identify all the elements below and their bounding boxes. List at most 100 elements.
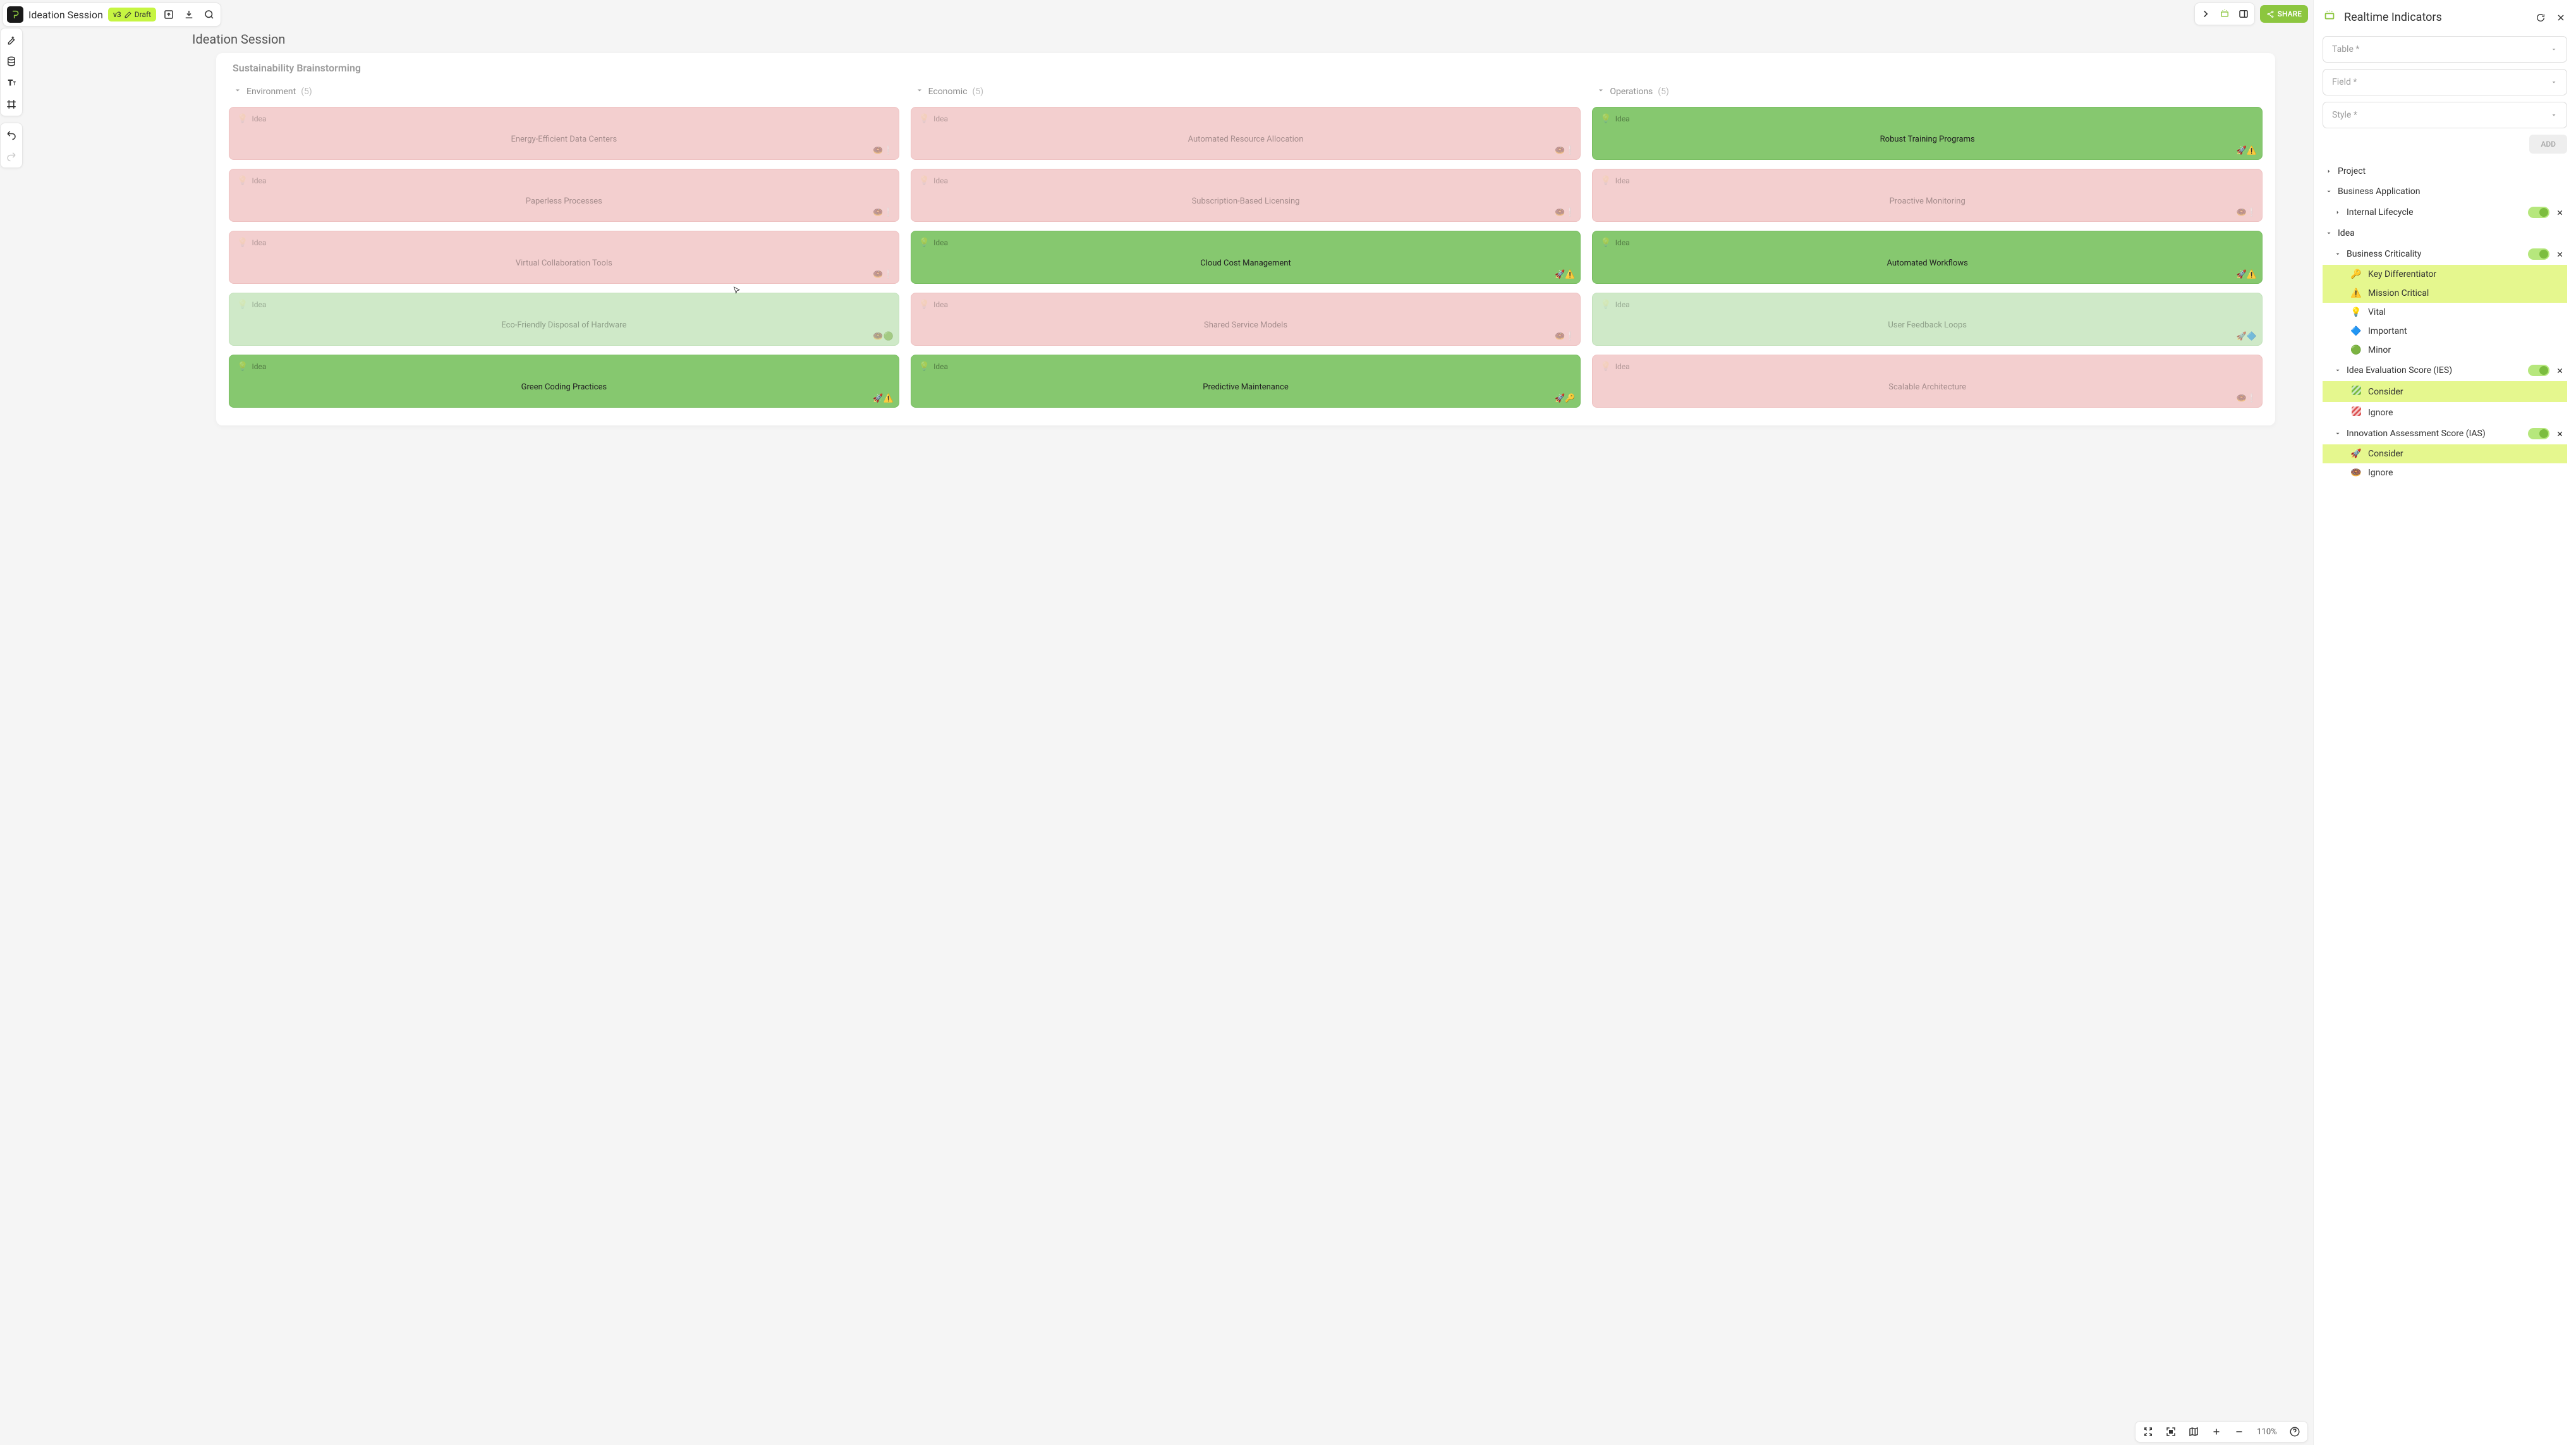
search-button[interactable]	[202, 7, 217, 22]
toggle-switch[interactable]	[2528, 248, 2549, 260]
toggle-switch[interactable]	[2528, 428, 2549, 439]
zoom-out-button[interactable]	[2233, 1425, 2245, 1438]
column-header[interactable]: Environment (5)	[229, 79, 899, 98]
tree-group-header[interactable]: Innovation Assessment Score (IAS)	[2323, 423, 2567, 444]
tree-item[interactable]: ⚠️Mission Critical	[2323, 284, 2567, 303]
bulb-icon: 💡	[919, 238, 930, 248]
idea-card[interactable]: 💡IdeaVirtual Collaboration Tools🍩❕	[229, 231, 899, 284]
top-right-cluster: SHARE	[2194, 3, 2308, 25]
column-name: Environment	[246, 87, 296, 97]
version-label: v3	[113, 10, 121, 19]
table-select[interactable]: Table *	[2323, 36, 2567, 63]
chevron-down-icon	[2550, 78, 2558, 86]
tree-node-internal-lifecycle[interactable]: Internal Lifecycle	[2323, 202, 2567, 223]
zoom-level[interactable]: 110%	[2256, 1427, 2278, 1437]
chevron-down-icon	[2334, 367, 2342, 374]
tree-item[interactable]: 🔷Important	[2323, 322, 2567, 341]
card-indicator-icons: 🚀⚠️	[2237, 146, 2257, 155]
share-label: SHARE	[2278, 9, 2302, 18]
chevron-right-icon	[2325, 168, 2333, 175]
item-label: Key Differentiator	[2368, 269, 2436, 279]
refresh-button[interactable]	[2534, 11, 2547, 24]
next-button[interactable]	[2198, 6, 2213, 21]
column-header[interactable]: Economic(5)	[911, 79, 1581, 98]
remove-button[interactable]	[2555, 429, 2565, 439]
idea-card[interactable]: 💡IdeaPredictive Maintenance🚀🔑	[911, 355, 1581, 408]
tree-node-idea[interactable]: Idea	[2323, 223, 2567, 243]
app-logo[interactable]	[7, 6, 23, 23]
remove-button[interactable]	[2555, 249, 2565, 259]
tree-item[interactable]: 🔑Key Differentiator	[2323, 265, 2567, 284]
project-title[interactable]: Ideation Session	[28, 9, 103, 21]
chevron-down-icon	[2334, 250, 2342, 258]
bulb-icon: 💡	[919, 176, 930, 186]
tree-group-header[interactable]: Business Criticality	[2323, 243, 2567, 265]
help-button[interactable]	[2288, 1425, 2301, 1438]
column-header[interactable]: Operations(5)	[1592, 79, 2263, 98]
item-icon: 🟢	[2350, 345, 2362, 355]
idea-card[interactable]: 💡IdeaProactive Monitoring🍩❕	[1592, 169, 2263, 222]
idea-card[interactable]: 💡IdeaEco-Friendly Disposal of Hardware🍩🟢	[229, 293, 899, 346]
card-indicator-icons: 🍩❕	[1555, 146, 1575, 155]
panel-toggle-icon[interactable]	[2236, 6, 2251, 21]
map-icon[interactable]	[2187, 1425, 2200, 1438]
tree-item[interactable]: 🍩Ignore	[2323, 463, 2567, 482]
idea-card[interactable]: 💡IdeaSubscription-Based Licensing🍩❕	[911, 169, 1581, 222]
left-toolbar	[0, 28, 23, 168]
idea-card[interactable]: 💡IdeaScalable Architecture🍩❕	[1592, 355, 2263, 408]
card-title: User Feedback Loops	[1600, 310, 2254, 340]
card-type-label: Idea	[252, 300, 266, 309]
card-title: Automated Workflows	[1600, 248, 2254, 278]
idea-card[interactable]: 💡IdeaEnergy-Efficient Data Centers🍩❕	[229, 107, 899, 160]
frame-tool-icon[interactable]	[4, 97, 18, 111]
tree-node-project[interactable]: Project	[2323, 161, 2567, 181]
idea-card[interactable]: 💡IdeaAutomated Resource Allocation🍩❕	[911, 107, 1581, 160]
tree-group-header[interactable]: Idea Evaluation Score (IES)	[2323, 360, 2567, 381]
tree-node-business-application[interactable]: Business Application	[2323, 181, 2567, 202]
remove-button[interactable]	[2555, 207, 2565, 217]
share-button[interactable]: SHARE	[2260, 5, 2308, 23]
idea-card[interactable]: 💡IdeaRobust Training Programs🚀⚠️	[1592, 107, 2263, 160]
field-select[interactable]: Field *	[2323, 69, 2567, 95]
remove-button[interactable]	[2555, 365, 2565, 375]
tree-item[interactable]: 🚀Consider	[2323, 444, 2567, 463]
toggle-switch[interactable]	[2528, 207, 2549, 218]
card-type-label: Idea	[252, 238, 266, 247]
version-status-badge[interactable]: v3 Draft	[108, 8, 156, 21]
idea-card[interactable]: 💡IdeaAutomated Workflows🚀⚠️	[1592, 231, 2263, 284]
tree-item[interactable]: 💡Vital	[2323, 303, 2567, 322]
fullscreen-icon[interactable]	[2165, 1425, 2177, 1438]
magic-tool-icon[interactable]	[4, 33, 18, 47]
column-name: Operations	[1610, 87, 1653, 97]
zoom-in-button[interactable]	[2210, 1425, 2223, 1438]
item-icon	[2350, 406, 2362, 418]
present-icon[interactable]	[2217, 6, 2232, 21]
card-indicator-icons: 🍩❕	[1555, 332, 1575, 341]
idea-card[interactable]: 💡IdeaShared Service Models🍩❕	[911, 293, 1581, 346]
tree-item[interactable]: Ignore	[2323, 402, 2567, 423]
canvas[interactable]: Ideation Session Sustainability Brainsto…	[0, 0, 2313, 1445]
fit-icon[interactable]	[2142, 1425, 2154, 1438]
idea-card[interactable]: 💡IdeaGreen Coding Practices🚀⚠️	[229, 355, 899, 408]
upload-button[interactable]	[161, 7, 176, 22]
idea-card[interactable]: 💡IdeaUser Feedback Loops🚀🔷	[1592, 293, 2263, 346]
item-label: Mission Critical	[2368, 288, 2429, 298]
chevron-down-icon	[234, 87, 241, 97]
tree-item[interactable]: Consider	[2323, 381, 2567, 402]
data-tool-icon[interactable]	[4, 54, 18, 68]
undo-button[interactable]	[4, 128, 18, 142]
bottom-toolbar: 110%	[2135, 1421, 2308, 1442]
item-label: Vital	[2368, 307, 2386, 317]
download-button[interactable]	[181, 7, 197, 22]
close-panel-button[interactable]	[2555, 11, 2567, 24]
tree-item[interactable]: 🟢Minor	[2323, 341, 2567, 360]
card-type-label: Idea	[1615, 176, 1630, 185]
idea-card[interactable]: 💡IdeaPaperless Processes🍩❕	[229, 169, 899, 222]
toggle-switch[interactable]	[2528, 365, 2549, 376]
item-icon: 🍩	[2350, 468, 2362, 478]
column-count: (5)	[301, 87, 312, 97]
style-select[interactable]: Style *	[2323, 102, 2567, 128]
text-tool-icon[interactable]	[4, 76, 18, 90]
tree-label: Business Application	[2338, 186, 2565, 197]
idea-card[interactable]: 💡IdeaCloud Cost Management🚀⚠️	[911, 231, 1581, 284]
